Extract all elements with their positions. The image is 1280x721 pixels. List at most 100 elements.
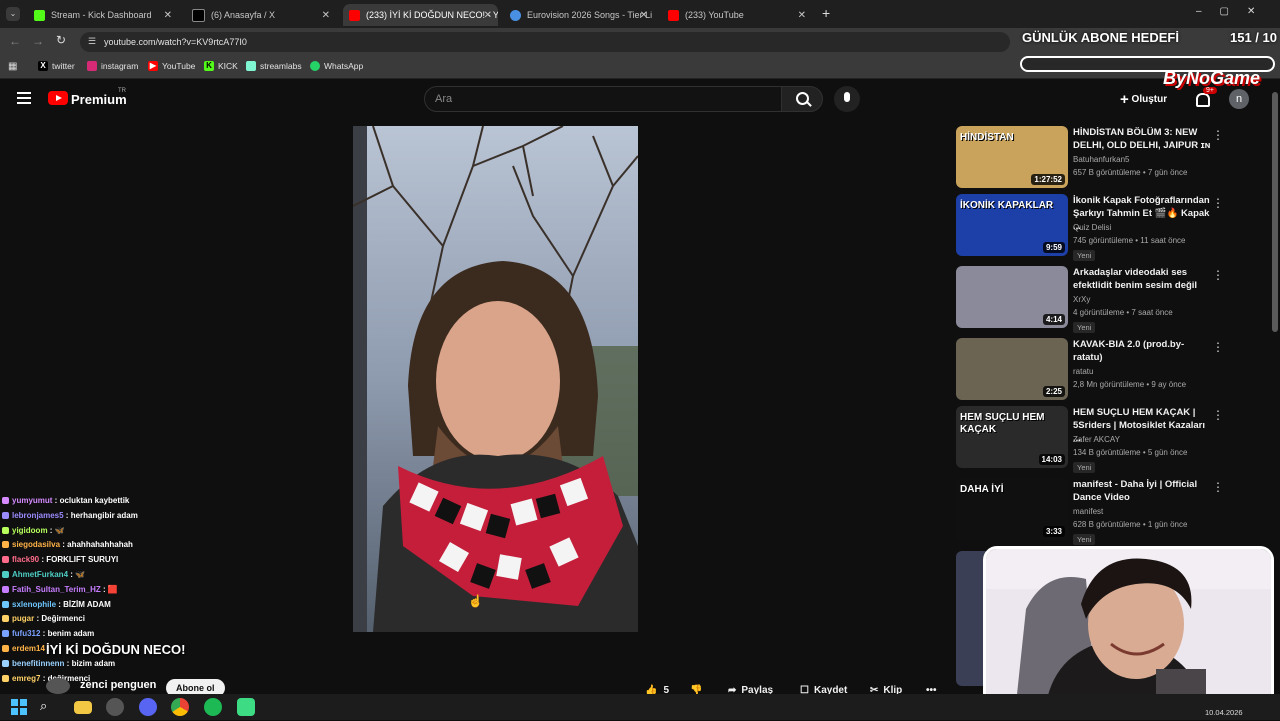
- suggestion-item[interactable]: 4:14 Arkadaşlar videodaki ses efektlidit …: [956, 266, 1256, 333]
- tab-search-button[interactable]: ⌄: [6, 7, 20, 21]
- discord-icon[interactable]: [139, 698, 157, 716]
- tab-title: Stream - Kick Dashboard: [51, 10, 152, 20]
- more-vert-icon[interactable]: ⋮: [1212, 480, 1224, 494]
- mic-icon: [844, 92, 850, 102]
- close-icon[interactable]: ✕: [640, 10, 648, 21]
- suggestion-channel[interactable]: ratatu: [1073, 367, 1093, 376]
- more-vert-icon[interactable]: ⋮: [1212, 340, 1224, 354]
- video-thumbnail[interactable]: HİNDİSTAN 1:27:52: [956, 126, 1068, 188]
- more-vert-icon[interactable]: ⋮: [1212, 268, 1224, 282]
- bookmark-streamlabs[interactable]: streamlabs: [246, 61, 302, 71]
- search-button[interactable]: [781, 86, 823, 112]
- app-icon[interactable]: [237, 698, 255, 716]
- suggestion-item[interactable]: HİNDİSTAN 1:27:52 HİNDİSTAN BÖLÜM 3: NEW D…: [956, 126, 1256, 190]
- scrollbar[interactable]: [1272, 92, 1278, 332]
- chat-text: 🦋: [75, 570, 86, 579]
- thumbnail-text: HİNDİSTAN: [960, 132, 1014, 143]
- chrome-icon[interactable]: [171, 698, 189, 716]
- suggestion-channel[interactable]: Quiz Delisi: [1073, 223, 1111, 232]
- more-vert-icon[interactable]: ⋮: [1212, 196, 1224, 210]
- chat-message: AhmetFurkan4 : 🦋: [2, 570, 85, 579]
- file-explorer-icon[interactable]: [74, 701, 92, 714]
- suggestion-title[interactable]: Arkadaşlar videodaki ses efektlidit beni…: [1073, 266, 1213, 292]
- obs-icon[interactable]: [106, 698, 124, 716]
- video-thumbnail[interactable]: DAHA İYİ 3:33: [956, 478, 1068, 540]
- windows-start-icon[interactable]: [10, 698, 28, 716]
- thumbnail-text: HEM SUÇLU HEM KAÇAK: [960, 412, 1045, 435]
- close-icon[interactable]: ✕: [484, 10, 492, 21]
- video-thumbnail[interactable]: 2:25: [956, 338, 1068, 400]
- suggestion-title[interactable]: HİNDİSTAN BÖLÜM 3: NEW DELHI, OLD DELHI,…: [1073, 126, 1213, 152]
- suggestion-item[interactable]: 2:25 KAVAK-BIA 2.0 (prod.by-ratatu) ratatu…: [956, 338, 1256, 402]
- address-bar[interactable]: ☰ youtube.com/watch?v=KV9rtcA77I0: [80, 32, 1010, 52]
- chat-username: pugar: [12, 614, 35, 624]
- streamlabs-icon: [246, 61, 256, 71]
- mic-button[interactable]: [834, 86, 860, 112]
- close-icon[interactable]: ✕: [164, 10, 172, 21]
- avatar[interactable]: n: [1229, 89, 1249, 109]
- video-thumbnail[interactable]: İKONİK KAPAKLAR 9:59: [956, 194, 1068, 256]
- new-badge: Yeni: [1073, 462, 1096, 473]
- bookmark-whatsapp[interactable]: WhatsApp: [310, 61, 363, 71]
- suggestion-partial-thumb[interactable]: [956, 551, 986, 686]
- suggestion-item[interactable]: HEM SUÇLU HEM KAÇAK 14:03 HEM SUÇLU HEM KA…: [956, 406, 1256, 473]
- chat-text: 🟥: [107, 584, 118, 594]
- bookmark-twitter[interactable]: Xtwitter: [38, 61, 75, 71]
- windows-taskbar: [0, 694, 1280, 720]
- chat-message: fufu312 : benim adam: [2, 629, 94, 638]
- browser-tab[interactable]: Eurovision 2026 Songs - Tier Li ✕: [504, 4, 654, 26]
- spotify-icon[interactable]: [204, 698, 222, 716]
- chat-text: ahahhahahhahah: [67, 540, 133, 550]
- site-info-icon[interactable]: ☰: [88, 36, 96, 47]
- chat-message: Fatih_Sultan_Terim_HZ : 🟥: [2, 585, 118, 594]
- new-tab-button[interactable]: +: [822, 5, 830, 21]
- close-icon[interactable]: ✕: [322, 10, 330, 21]
- back-icon[interactable]: ←: [9, 34, 21, 48]
- notifications-button[interactable]: 9+: [1194, 87, 1217, 107]
- suggestion-channel[interactable]: Zafer AKCAY: [1073, 435, 1120, 444]
- taskbar-search-icon[interactable]: ⌕: [40, 698, 58, 716]
- badge-icon: [2, 615, 9, 623]
- tab-title: Eurovision 2026 Songs - Tier Li: [527, 10, 653, 20]
- close-icon[interactable]: ✕: [798, 10, 806, 21]
- bookmark-kick[interactable]: K KICK: [204, 61, 238, 71]
- channel-name[interactable]: zenci penguen: [80, 679, 156, 691]
- chat-username: erdem14: [12, 644, 45, 653]
- youtube-icon: ▶: [148, 61, 158, 71]
- window-controls[interactable]: –▢✕: [1196, 6, 1273, 17]
- suggestion-meta: 134 B görüntüleme • 5 gün önce: [1073, 448, 1188, 457]
- browser-tab[interactable]: (233) YouTube ✕: [662, 4, 812, 26]
- badge-icon: [2, 645, 9, 652]
- browser-tab-active[interactable]: (233) İYİ Kİ DOĞDUN NECO! - Y ✕: [343, 4, 498, 26]
- suggestion-channel[interactable]: XrXy: [1073, 295, 1090, 304]
- suggestion-channel[interactable]: manifest: [1073, 507, 1103, 516]
- suggestion-title[interactable]: KAVAK-BIA 2.0 (prod.by-ratatu): [1073, 338, 1213, 364]
- tab-title: (233) İYİ Kİ DOĞDUN NECO! - Y: [366, 10, 498, 20]
- youtube-premium-logo[interactable]: Premium: [71, 92, 127, 107]
- bookmark-instagram[interactable]: instagram: [87, 61, 138, 71]
- channel-avatar[interactable]: [46, 678, 70, 694]
- suggestion-item[interactable]: İKONİK KAPAKLAR 9:59 İkonik Kapak Fotoğraf…: [956, 194, 1256, 261]
- suggestion-item[interactable]: DAHA İYİ 3:33 manifest - Daha İyi | Offici…: [956, 478, 1256, 545]
- menu-icon[interactable]: [17, 92, 31, 104]
- chat-username: yumyumut: [12, 496, 53, 505]
- search-input[interactable]: Ara: [424, 86, 782, 112]
- bookmark-youtube[interactable]: ▶ YouTube: [148, 61, 195, 71]
- duration-badge: 1:27:52: [1031, 174, 1065, 185]
- suggestion-title[interactable]: manifest - Daha İyi | Official Dance Vid…: [1073, 478, 1213, 504]
- more-vert-icon[interactable]: ⋮: [1212, 408, 1224, 422]
- video-thumbnail[interactable]: HEM SUÇLU HEM KAÇAK 14:03: [956, 406, 1068, 468]
- chat-username: lebronjames5: [12, 510, 64, 520]
- video-player[interactable]: [353, 126, 638, 632]
- mouse-cursor-icon: ☝: [468, 594, 483, 608]
- suggestion-channel[interactable]: Batuhanfurkan5: [1073, 155, 1130, 164]
- browser-tab[interactable]: (6) Anasayfa / X ✕: [186, 4, 336, 26]
- video-thumbnail[interactable]: 4:14: [956, 266, 1068, 328]
- browser-tab[interactable]: Stream - Kick Dashboard ✕: [28, 4, 178, 26]
- youtube-logo-icon[interactable]: [48, 91, 68, 105]
- create-button[interactable]: + Oluştur: [1120, 91, 1167, 108]
- apps-grid-icon[interactable]: ▦: [8, 61, 17, 72]
- reload-icon[interactable]: ↻: [56, 33, 66, 47]
- more-vert-icon[interactable]: ⋮: [1212, 128, 1224, 142]
- forward-icon[interactable]: →: [32, 34, 44, 48]
